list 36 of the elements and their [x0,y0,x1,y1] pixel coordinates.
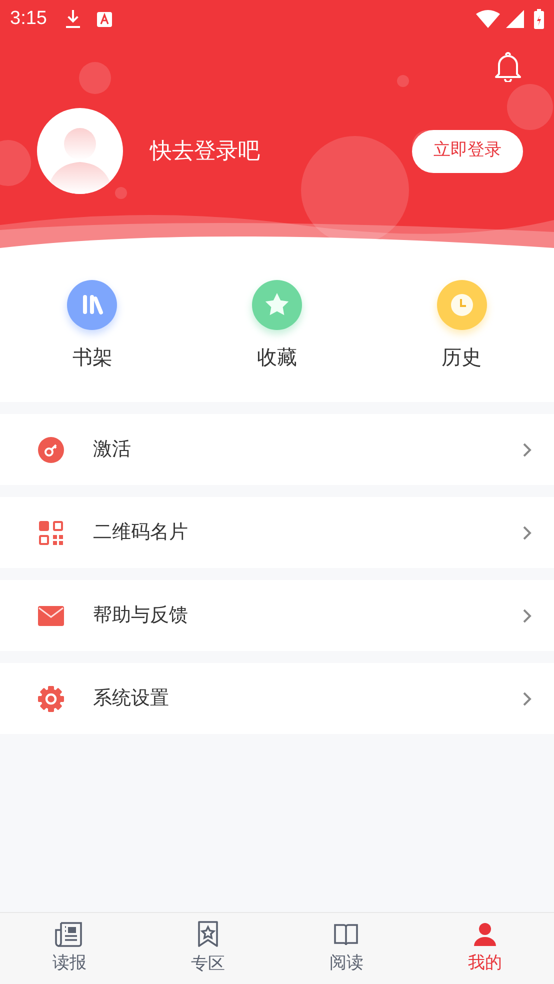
chevron-right-icon [522,690,532,706]
bubble-decoration [507,84,553,130]
login-prompt: 快去登录吧 [150,138,261,166]
newspaper-icon [55,920,84,947]
shortcut-button[interactable]: 收藏 [184,280,370,372]
wifi-icon [476,10,500,28]
tab[interactable]: 我的 [416,913,554,984]
menu-item[interactable]: 激活 [0,414,554,485]
tab[interactable]: 专区 [138,913,277,984]
notification-bell-icon[interactable] [495,52,521,82]
bookmark-star-icon [196,920,220,948]
status-time: 3:15 [10,6,47,31]
bubble-decoration [115,187,127,199]
envelope-icon [38,606,64,626]
shortcut-button[interactable]: 书架 [0,280,185,372]
chevron-right-icon [522,442,532,458]
bubble-decoration [397,75,409,87]
chevron-right-icon [522,524,532,540]
bubble-decoration [0,140,31,186]
menu-item[interactable]: 二维码名片 [0,497,554,568]
settings-icon [37,684,65,712]
bubble-decoration [79,62,111,94]
login-button[interactable]: 立即登录 [412,130,523,172]
text-app-icon [96,12,112,26]
battery-icon [534,9,544,29]
signal-icon [506,10,524,28]
person-icon [472,920,498,947]
download-icon [64,9,81,29]
menu-item[interactable]: 帮助与反馈 [0,580,554,651]
key-icon [37,436,65,464]
shortcut-button[interactable]: 历史 [369,280,554,372]
qr-code-icon [38,520,64,546]
tab[interactable]: 读报 [0,913,138,984]
menu-item[interactable]: 系统设置 [0,663,554,734]
tab[interactable]: 阅读 [277,913,416,984]
chevron-right-icon [522,608,532,624]
